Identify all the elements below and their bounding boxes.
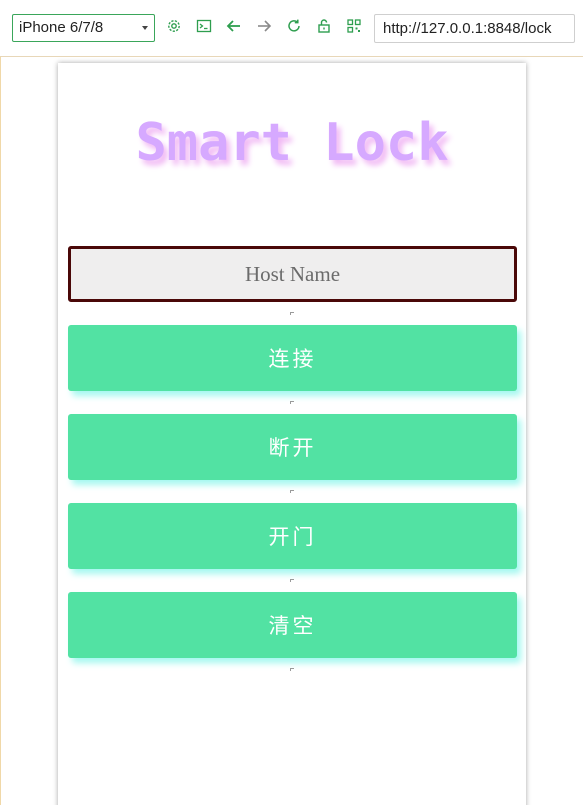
open-door-button[interactable]: 开门 [68,503,517,569]
forward-arrow-icon[interactable] [256,18,272,34]
spacer-mark [290,490,294,493]
url-text: http://127.0.0.1:8848/lock [383,20,552,37]
console-icon[interactable] [196,18,212,34]
reload-icon[interactable] [286,18,302,34]
left-guide-line [0,57,1,805]
device-select[interactable]: iPhone 6/7/8 [12,14,155,42]
chevron-down-icon [142,26,148,30]
qr-code-icon[interactable] [346,18,362,34]
settings-icon[interactable] [166,18,182,34]
unlock-icon[interactable] [316,18,332,34]
connect-button[interactable]: 连接 [68,325,517,391]
device-select-value: iPhone 6/7/8 [19,19,104,36]
spacer-mark [290,401,294,404]
url-bar[interactable]: http://127.0.0.1:8848/lock [374,14,575,43]
spacer-mark [290,668,294,671]
device-viewport: Smart Lock 连接 断开 开门 清空 [58,63,526,805]
clear-button[interactable]: 清空 [68,592,517,658]
spacer-mark [290,579,294,582]
spacer-mark [290,312,294,315]
preview-toolbar: iPhone 6/7/8 http://127.0.0.1:8848/lock [0,0,583,57]
app-title: Smart Lock [135,113,449,173]
disconnect-button[interactable]: 断开 [68,414,517,480]
host-name-input[interactable] [68,246,517,302]
back-arrow-icon[interactable] [226,18,242,34]
